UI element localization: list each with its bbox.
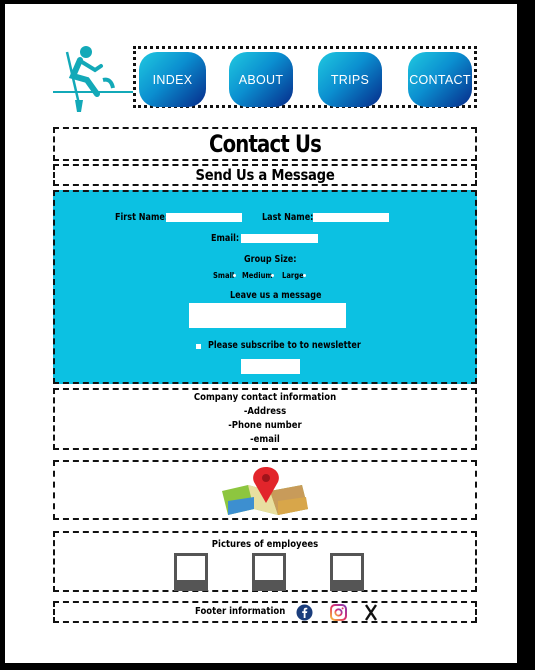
email-label: Email: (211, 233, 240, 244)
nav-about-button[interactable]: ABOUT (229, 52, 293, 107)
main-nav: INDEX ABOUT TRIPS CONTACT (133, 46, 477, 108)
last-name-field[interactable] (313, 213, 389, 222)
info-email: -email (250, 434, 280, 445)
message-textarea[interactable] (189, 303, 346, 328)
title-box: Contact Us (53, 127, 477, 161)
page-subtitle: Send Us a Message (195, 166, 335, 184)
first-name-field[interactable] (166, 213, 242, 222)
group-size-label: Group Size: (244, 254, 297, 265)
footer: Footer information (53, 601, 477, 623)
instagram-icon[interactable] (330, 604, 347, 621)
nav-index-button[interactable]: INDEX (139, 52, 206, 107)
subtitle-box: Send Us a Message (53, 164, 477, 186)
group-option-small-label: Small (213, 271, 235, 280)
employee-photo (330, 553, 364, 591)
employees-box: Pictures of employees (53, 531, 477, 592)
footer-text: Footer information (195, 606, 286, 617)
group-option-small-radio[interactable] (233, 274, 236, 277)
message-label: Leave us a message (230, 290, 322, 301)
group-option-medium-radio[interactable] (271, 274, 274, 277)
map-pin-icon[interactable] (218, 465, 310, 517)
info-address: -Address (243, 406, 287, 417)
x-icon[interactable] (363, 604, 379, 621)
logo-kayaker-icon[interactable] (53, 42, 135, 112)
last-name-label: Last Name: (262, 212, 314, 223)
employees-title: Pictures of employees (211, 539, 319, 550)
contact-form: First Name: Last Name: Email: Group Size… (53, 190, 477, 384)
facebook-icon[interactable] (296, 604, 313, 621)
subscribe-label: Please subscribe to to newsletter (208, 340, 361, 351)
email-field[interactable] (241, 234, 318, 243)
nav-trips-button[interactable]: TRIPS (318, 52, 382, 107)
submit-button[interactable] (241, 359, 300, 374)
company-info-box: Company contact information -Address -Ph… (53, 388, 477, 450)
employee-photo (252, 553, 286, 591)
subscribe-checkbox[interactable] (196, 344, 201, 349)
group-option-medium-label: Medium (242, 271, 273, 280)
group-option-large-label: Large (282, 271, 304, 280)
info-heading: Company contact information (193, 392, 337, 403)
group-option-large-radio[interactable] (303, 274, 306, 277)
nav-contact-button[interactable]: CONTACT (408, 52, 472, 107)
page: INDEX ABOUT TRIPS CONTACT Contact Us Sen… (5, 4, 517, 663)
employee-photo (174, 553, 208, 591)
info-phone: -Phone number (228, 420, 302, 431)
first-name-label: First Name: (115, 212, 169, 223)
map-box (53, 460, 477, 520)
page-title: Contact Us (208, 130, 322, 158)
